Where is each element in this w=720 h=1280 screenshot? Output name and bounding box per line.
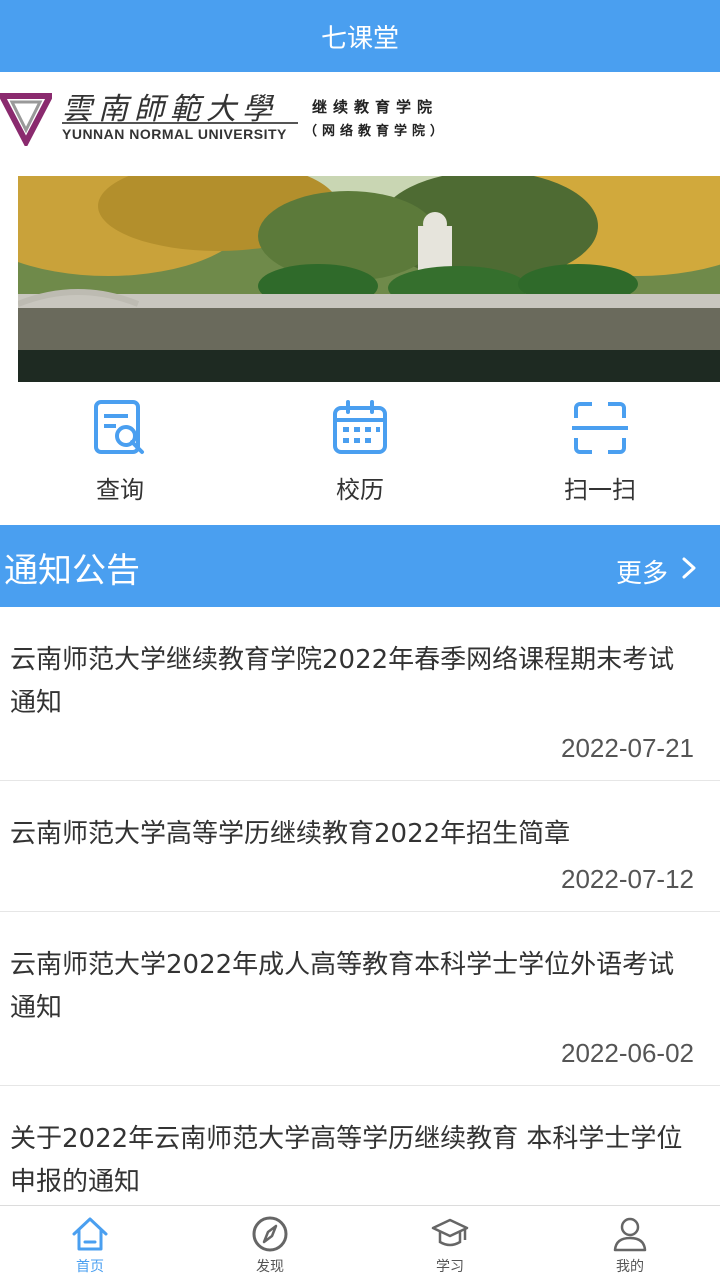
notice-date: 2022-07-12 — [561, 864, 694, 894]
notice-section-title: 通知公告 — [4, 551, 140, 591]
search-document-icon — [94, 400, 144, 454]
tab-home-label: 首页 — [76, 1259, 104, 1275]
tab-discover-label: 发现 — [256, 1259, 284, 1275]
campus-photo — [18, 176, 720, 382]
university-emblem-icon — [0, 93, 52, 146]
notice-list: 云南师范大学继续教育学院2022年春季网络课程期末考试通知 2022-07-21… — [0, 607, 720, 1221]
app-header: 七课堂 — [0, 0, 720, 72]
quick-action-scan-label: 扫一扫 — [564, 476, 636, 504]
tab-profile-label: 我的 — [616, 1259, 644, 1275]
campus-banner-image[interactable] — [18, 176, 720, 382]
tab-study[interactable]: 学习 — [360, 1206, 540, 1280]
quick-action-scan[interactable]: 扫一扫 — [480, 390, 720, 520]
list-item[interactable]: 云南师范大学2022年成人高等教育本科学士学位外语考试通知 2022-06-02 — [0, 912, 720, 1086]
list-item[interactable]: 云南师范大学高等学历继续教育2022年招生简章 2022-07-12 — [0, 781, 720, 912]
university-logo: 雲南師範大學 YUNNAN NORMAL UNIVERSITY 继续教育学院 （… — [0, 72, 720, 176]
tab-discover[interactable]: 发现 — [180, 1206, 360, 1280]
list-item[interactable]: 关于2022年云南师范大学高等学历继续教育 本科学士学位申报的通知 — [0, 1086, 720, 1221]
notice-title: 关于2022年云南师范大学高等学历继续教育 本科学士学位申报的通知 — [10, 1124, 683, 1197]
tab-study-label: 学习 — [436, 1259, 464, 1275]
quick-action-calendar-label: 校历 — [336, 476, 384, 504]
quick-action-calendar[interactable]: 校历 — [240, 390, 480, 520]
tab-home[interactable]: 首页 — [0, 1206, 180, 1280]
calendar-icon — [333, 400, 387, 454]
notice-date: 2022-06-02 — [561, 1038, 694, 1068]
graduation-cap-icon — [431, 1218, 469, 1247]
tab-profile[interactable]: 我的 — [540, 1206, 720, 1280]
notice-title: 云南师范大学2022年成人高等教育本科学士学位外语考试通知 — [10, 950, 675, 1023]
scan-icon — [572, 402, 628, 454]
chevron-right-icon[interactable] — [680, 553, 698, 583]
notice-title: 云南师范大学高等学历继续教育2022年招生简章 — [10, 819, 571, 849]
list-item[interactable]: 云南师范大学继续教育学院2022年春季网络课程期末考试通知 2022-07-21 — [0, 607, 720, 781]
notice-date: 2022-07-21 — [561, 733, 694, 763]
compass-icon — [252, 1216, 288, 1252]
bottom-tab-bar: 首页 发现 学习 我的 — [0, 1205, 720, 1280]
home-icon — [72, 1217, 108, 1251]
logo-college-name: 继续教育学院 — [312, 98, 439, 116]
logo-divider — [62, 122, 298, 124]
quick-action-query[interactable]: 查询 — [0, 390, 240, 520]
user-icon — [613, 1217, 647, 1252]
quick-actions: 查询 校历 扫一扫 — [0, 390, 720, 520]
notice-title: 云南师范大学继续教育学院2022年春季网络课程期末考试通知 — [10, 645, 675, 718]
notice-more-link[interactable]: 更多 — [616, 553, 668, 590]
logo-college-subname: （网络教育学院） — [304, 124, 449, 139]
notice-header: 通知公告 更多 — [0, 525, 720, 607]
logo-english-name: YUNNAN NORMAL UNIVERSITY — [62, 126, 287, 142]
app-title: 七课堂 — [320, 23, 399, 54]
quick-action-query-label: 查询 — [96, 476, 144, 504]
